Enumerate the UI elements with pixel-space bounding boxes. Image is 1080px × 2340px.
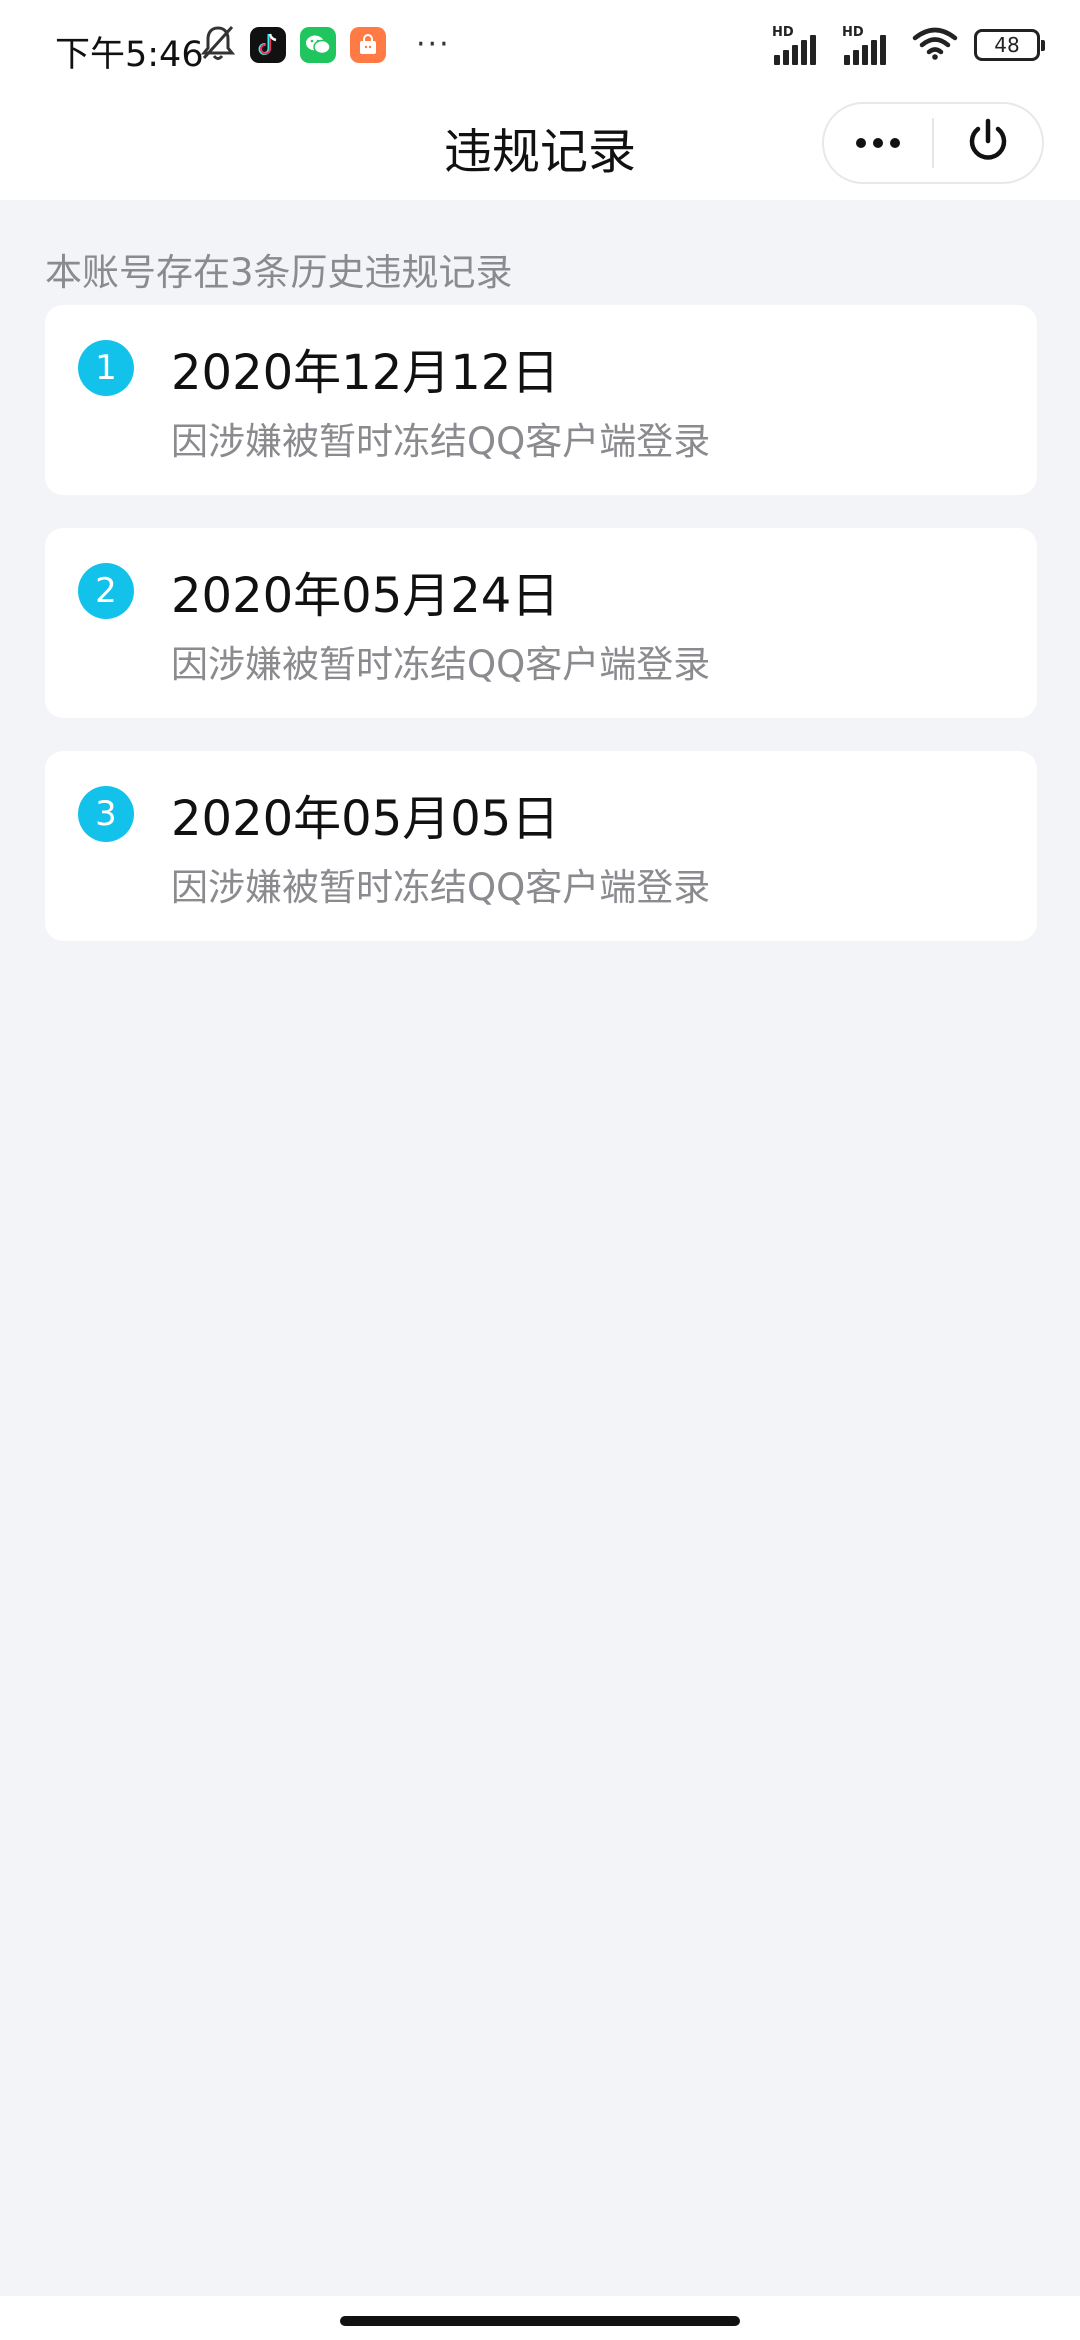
shopping-bag-icon (350, 27, 386, 63)
close-button[interactable] (934, 104, 1042, 182)
record-index-badge: 2 (78, 563, 134, 619)
record-description: 因涉嫌被暂时冻结QQ客户端登录 (171, 420, 711, 463)
tiktok-icon (250, 27, 286, 63)
more-notifications-indicator: ··· (416, 27, 451, 62)
status-bar: 下午5:46 ··· HD HD 48 (0, 0, 1080, 90)
nav-bar: 违规记录 (0, 90, 1080, 200)
record-description: 因涉嫌被暂时冻结QQ客户端登录 (171, 866, 711, 909)
home-indicator[interactable] (340, 2316, 740, 2326)
battery-icon: 48 (974, 29, 1045, 61)
violation-record-card: 2 2020年05月24日 因涉嫌被暂时冻结QQ客户端登录 (45, 528, 1037, 718)
status-time: 下午5:46 (55, 35, 204, 75)
muted-bell-icon (200, 24, 236, 66)
wechat-icon (300, 27, 336, 63)
record-index-badge: 3 (78, 786, 134, 842)
violation-record-list: 1 2020年12月12日 因涉嫌被暂时冻结QQ客户端登录 2 2020年05月… (45, 305, 1037, 974)
wifi-icon (912, 26, 958, 64)
system-indicators: HD HD 48 (772, 22, 1045, 68)
miniprogram-capsule (822, 102, 1044, 184)
gesture-bar (0, 2296, 1080, 2340)
violation-record-card: 1 2020年12月12日 因涉嫌被暂时冻结QQ客户端登录 (45, 305, 1037, 495)
battery-level: 48 (994, 33, 1020, 57)
more-dots-icon (856, 138, 900, 148)
record-date: 2020年05月05日 (171, 791, 560, 847)
signal-icon-2: HD (842, 25, 896, 65)
record-index-badge: 1 (78, 340, 134, 396)
signal-icon: HD (772, 25, 826, 65)
more-button[interactable] (824, 104, 932, 182)
violation-summary: 本账号存在3条历史违规记录 (45, 251, 513, 294)
record-date: 2020年05月24日 (171, 568, 560, 624)
violation-record-card: 3 2020年05月05日 因涉嫌被暂时冻结QQ客户端登录 (45, 751, 1037, 941)
notification-icons: ··· (200, 24, 451, 66)
power-icon (963, 116, 1013, 170)
record-date: 2020年12月12日 (171, 345, 560, 401)
record-description: 因涉嫌被暂时冻结QQ客户端登录 (171, 643, 711, 686)
